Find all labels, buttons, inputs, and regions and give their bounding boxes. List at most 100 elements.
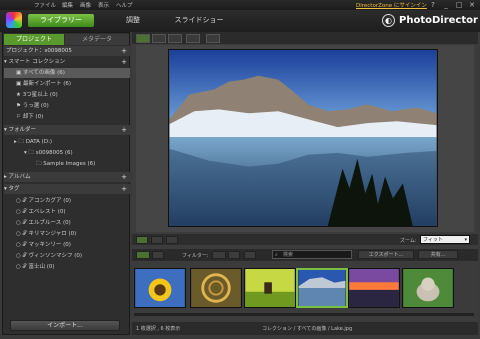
folder-item-drive[interactable]: ▸ 🗀 DATA (D:) [4,137,130,147]
tag-icon: ○ 𝒯 [16,231,29,237]
folders-title: フォルダー [8,127,37,133]
filter-rating-icon[interactable] [228,251,240,259]
collection-item-recent[interactable]: ▣ 最新インポート (6) [4,79,130,89]
project-row[interactable]: プロジェクト：s0098005 + [4,46,130,56]
collection-icon: ▣ [16,70,23,76]
filmstrip-scrollbar[interactable] [134,313,474,316]
smart-collection-header[interactable]: ▾ スマート コレクション + [4,57,130,67]
collection-label: うっ選 (0) [22,103,49,109]
left-panel: プロジェクト メタデータ プロジェクト：s0098005 + ▾ スマート コレ… [2,32,130,335]
view-toolbar [132,32,478,44]
folders-header[interactable]: ▾ フォルダー + [4,125,130,135]
filter-edit-icon[interactable] [244,251,256,259]
display-options-icon[interactable] [206,34,220,43]
mode-adjust-button[interactable]: 調整 [118,14,148,27]
folder-item-s0098005[interactable]: ▾ 🗀 s0098005 (6) [4,148,130,158]
share-button[interactable]: 共有... [418,250,458,259]
close-icon[interactable]: ✕ [467,1,477,9]
collection-label: 3つ星以上 (0) [22,92,58,98]
folder-icon: ▸ 🗀 [14,139,26,145]
compare-mode-icon[interactable] [186,34,200,43]
collection-item-all[interactable]: ▣ すべての画像 (6) [4,68,130,78]
collection-item-picked[interactable]: ⚑ うっ選 (0) [4,101,130,111]
reject-icon: ⚐ [16,114,23,120]
collection-label: 却下 (0) [22,114,44,120]
collection-icon: ▣ [16,81,23,87]
thumbnail-size-icon[interactable] [136,251,150,259]
tag-label: エベレスト (0) [28,209,66,215]
selection-status: 1 枚選択 , 6 枚表示 [136,326,181,332]
mode-library-button[interactable]: ライブラリー [28,14,94,27]
collection-item-3stars[interactable]: ★ 3つ星以上 (0) [4,90,130,100]
chevron-down-icon: ▾ [464,237,467,243]
collection-item-rejected[interactable]: ⚐ 却下 (0) [4,112,130,122]
chevron-down-icon: ▾ [4,127,7,133]
share-label: 共有... [430,252,446,258]
multi-view-icon[interactable] [166,236,178,244]
tag-item[interactable]: ○ 𝒯 エルブルース (0) [4,218,130,228]
export-button[interactable]: エクスポート... [358,250,414,259]
directorzone-signin-link[interactable]: DirectorZone にサインイン [356,1,427,9]
two-view-icon[interactable] [151,236,163,244]
plus-icon[interactable]: + [121,184,127,194]
thumbnail-lake-selected[interactable] [296,268,348,308]
chevron-down-icon: ▾ [4,59,7,65]
thumbnail-sunset[interactable] [348,268,400,308]
export-label: エクスポート... [368,252,404,258]
plus-icon[interactable]: + [121,172,127,182]
import-button[interactable]: インポート... [10,320,120,331]
search-placeholder: 検索 [283,252,294,258]
tag-item[interactable]: ○ 𝒯 キリマンジャロ (0) [4,229,130,239]
help-icon[interactable]: ? [428,1,438,9]
list-view-icon[interactable] [152,251,164,259]
project-label: プロジェクト：s0098005 [6,48,72,54]
browser-mode-icon[interactable] [152,34,166,43]
thumbnail-cat[interactable] [402,268,454,308]
tag-item[interactable]: ○ 𝒯 エベレスト (0) [4,207,130,217]
tab-metadata[interactable]: メタデータ [65,34,129,45]
mode-slideshow-button[interactable]: スライドショー [174,14,224,27]
folder-icon: ▾ 🗀 [24,150,36,156]
menu-image[interactable]: 画像 [80,1,91,9]
brand-logo: ◐ PhotoDirector [382,13,478,28]
plus-icon[interactable]: + [121,57,127,67]
tag-label: アコンカグア (0) [28,198,72,204]
maximize-icon[interactable]: □ [454,1,464,9]
thumbnail-field[interactable] [244,268,296,308]
grid-mode-icon[interactable] [168,34,182,43]
plus-icon[interactable]: + [121,46,127,56]
album-header[interactable]: ▸ アルバム + [4,172,130,182]
zoom-select[interactable]: フィット ▾ [420,235,470,244]
tag-label: エルブルース (0) [28,220,71,226]
single-view-icon[interactable] [136,236,148,244]
tag-label: マッキンリー (0) [28,242,71,248]
folder-label: s0098005 (6) [35,150,73,156]
tag-icon: ○ 𝒯 [16,242,29,248]
tag-icon: ○ 𝒯 [16,198,29,204]
smart-collection-title: スマート コレクション [8,59,66,65]
tag-item[interactable]: ○ 𝒯 アコンカグア (0) [4,196,130,206]
viewer-mode-icon[interactable] [136,34,150,43]
plus-icon[interactable]: + [121,125,127,135]
app-logo-icon [6,12,22,28]
zoom-label: ズーム: [400,238,417,244]
tag-label: ヴィンソンマシフ (0) [28,253,83,259]
filter-flag-icon[interactable] [212,251,226,259]
menu-file[interactable]: ファイル [34,1,56,9]
tab-project[interactable]: プロジェクト [4,34,64,45]
thumbnail-sunflower[interactable] [134,268,186,308]
tag-item[interactable]: ○ 𝒯 富士山 (0) [4,262,130,272]
tag-item[interactable]: ○ 𝒯 マッキンリー (0) [4,240,130,250]
minimize-icon[interactable]: _ [441,1,451,9]
thumbnail-spiral[interactable] [190,268,242,308]
menu-edit[interactable]: 編集 [62,1,73,9]
tag-item[interactable]: ○ 𝒯 ヴィンソンマシフ (0) [4,251,130,261]
tag-icon: ○ 𝒯 [16,220,29,226]
folder-item-sample-images[interactable]: 🗀 Sample Images (6) [4,159,130,169]
menu-help[interactable]: ヘルプ [116,1,133,9]
search-input[interactable]: ⌕ 検索 [272,250,352,259]
menu-view[interactable]: 表示 [98,1,109,9]
tag-icon: ○ 𝒯 [16,264,29,270]
album-title: アルバム [8,174,31,180]
tags-header[interactable]: ▾ タグ + [4,184,130,194]
